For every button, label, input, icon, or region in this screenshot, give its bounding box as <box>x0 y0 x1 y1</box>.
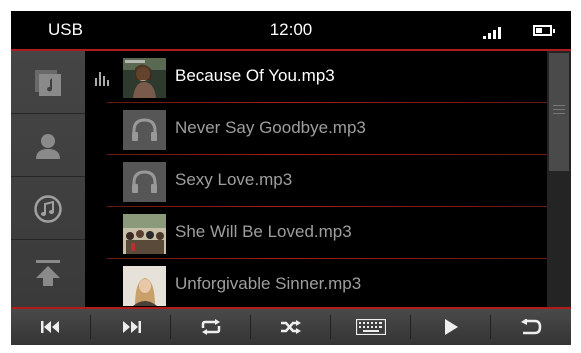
previous-button[interactable] <box>11 309 91 345</box>
song-title: Because Of You.mp3 <box>175 66 335 85</box>
play-icon <box>445 319 458 335</box>
status-bar: USB 12:00 <box>11 11 571 49</box>
scrollbar[interactable] <box>547 51 571 307</box>
repeat-button[interactable] <box>171 309 251 345</box>
headphones-icon <box>123 162 166 202</box>
list-item[interactable]: Unforgivable Sinner.mp3 <box>85 259 547 307</box>
list-item[interactable]: She Will Be Loved.mp3 <box>85 207 547 259</box>
shuffle-button[interactable] <box>251 309 331 345</box>
play-button[interactable] <box>411 309 491 345</box>
list-item[interactable]: Sexy Love.mp3 <box>85 155 547 207</box>
album-art <box>123 214 166 254</box>
shuffle-icon <box>281 320 301 334</box>
list-item[interactable]: Never Say Goodbye.mp3 <box>85 103 547 155</box>
media-player-screen: USB 12:00 Because Of You.mp3 Never Say G… <box>11 11 571 345</box>
album-art <box>123 58 166 98</box>
skip-forward-icon <box>123 321 141 333</box>
song-title: She Will Be Loved.mp3 <box>175 222 352 241</box>
album-icon <box>35 70 61 96</box>
back-icon <box>521 319 542 335</box>
next-button[interactable] <box>91 309 171 345</box>
battery-icon <box>533 25 555 36</box>
keyboard-button[interactable] <box>331 309 411 345</box>
sidebar-item-up[interactable] <box>11 240 85 307</box>
up-arrow-icon <box>36 260 60 286</box>
keyboard-icon <box>356 319 386 335</box>
now-playing-icon <box>95 70 109 86</box>
song-title: Sexy Love.mp3 <box>175 170 293 189</box>
sidebar-item-songs[interactable] <box>11 177 85 240</box>
scrollbar-thumb[interactable] <box>549 53 569 171</box>
category-sidebar <box>11 51 85 307</box>
back-button[interactable] <box>491 309 571 345</box>
skip-back-icon <box>41 321 59 333</box>
artist-icon <box>36 134 60 159</box>
song-list: Because Of You.mp3 Never Say Goodbye.mp3 <box>85 51 547 307</box>
list-item[interactable]: Because Of You.mp3 <box>85 51 547 103</box>
song-title: Never Say Goodbye.mp3 <box>175 118 366 137</box>
repeat-icon <box>201 319 221 335</box>
signal-bars-icon <box>483 25 509 39</box>
album-art <box>123 266 166 306</box>
music-note-icon <box>34 195 62 223</box>
playback-controls <box>11 307 571 345</box>
sidebar-item-albums[interactable] <box>11 51 85 114</box>
sidebar-item-artists[interactable] <box>11 114 85 177</box>
song-title: Unforgivable Sinner.mp3 <box>175 274 362 293</box>
headphones-icon <box>123 110 166 150</box>
